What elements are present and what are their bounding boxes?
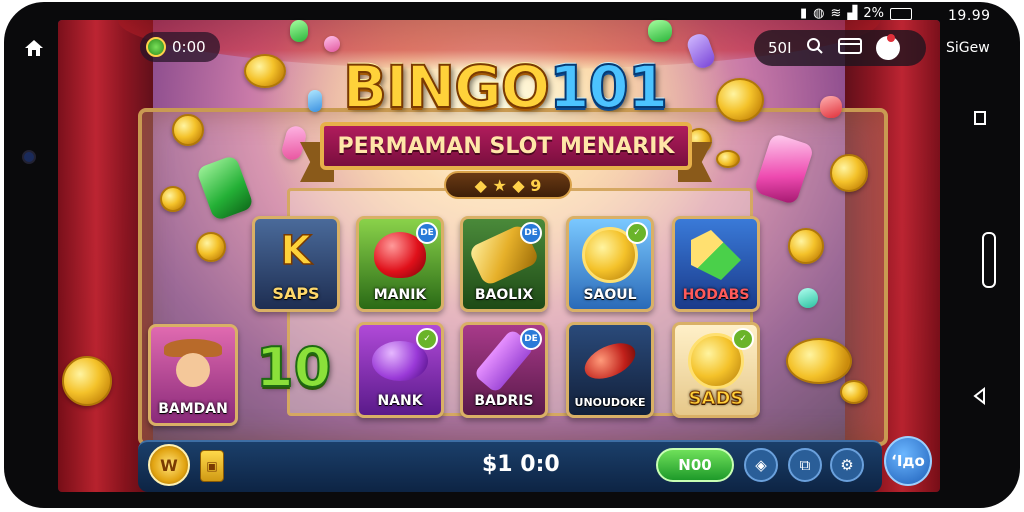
profile-avatar-icon[interactable] [875,34,900,60]
subtitle-text: PERMAMAN SLOT MENARIK [337,133,675,159]
coin-decoration [62,356,112,406]
coin-decoration [830,154,868,192]
gem-decoration [324,36,340,52]
game-tile-manik[interactable]: DE MANIK [356,216,444,312]
game-tile-sads[interactable]: ✓ SADS [672,322,760,418]
star-icon: ◆ [512,175,525,195]
signal-icon: ▮ [800,6,808,21]
game-title: BINGO101 [330,52,680,122]
game-tile-nank[interactable]: ✓ NANK [356,322,444,418]
home-icon[interactable] [20,34,48,62]
coin-decoration [244,54,286,88]
tile-label: SADS [688,388,744,410]
letter-k-icon: K [280,228,313,276]
tile-badge: ✓ [626,222,648,244]
game-tile-saoul[interactable]: ✓ SAOUL [566,216,654,312]
coin-decoration [788,228,824,264]
back-icon[interactable] [968,384,992,408]
timer-icon [146,37,166,57]
cell-icon: ▟ [847,6,858,21]
notification-icon: ◍ [813,6,825,21]
star-icon: ★ [492,175,507,195]
chip-icon[interactable]: ▣ [200,450,224,482]
tile-label: SAOUL [583,287,637,303]
coin-decoration [196,232,226,262]
timer-value: 0:00 [172,38,206,56]
top-right-toolbar: 50I [754,30,926,66]
gem-decoration [308,90,322,112]
red-chili-icon [579,335,641,387]
coin-label: W [160,455,178,475]
autoplay-button[interactable]: ◈ [744,448,778,482]
top-left-counter[interactable]: 0:00 [140,32,220,62]
game-title-part1: BINGO [342,52,551,122]
battery-icon [890,7,913,20]
bet-button-label: N00 [678,456,712,474]
score-value: 50I [768,39,792,57]
spin-label: ʻIдo [891,452,925,470]
game-tile-hodabs[interactable]: HODABS [672,216,760,312]
home-pill-button[interactable] [982,232,996,288]
tile-badge: ✓ [732,328,754,350]
game-tile-saps[interactable]: K SAPS [252,216,340,312]
coin-decoration [716,78,764,122]
coin-decoration [172,114,204,146]
game-tile-baolix[interactable]: DE BAOLIX [460,216,548,312]
game-tile-bamdan[interactable]: BAMDAN [148,324,238,426]
autoplay-icon: ◈ [755,456,767,474]
search-icon[interactable] [806,37,824,59]
coin-decoration [840,380,868,404]
balance-display: $1 0:0 [482,452,560,477]
tile-badge: DE [520,222,542,244]
star-count: 9 [530,175,542,195]
side-label: SiGew [946,40,990,56]
tile-label: NANK [377,393,423,409]
coin-decoration [716,150,740,168]
star-rating-bar: ◆ ★ ◆ 9 [444,171,572,199]
tile-label: BADRIS [474,393,534,409]
camera-icon [22,150,36,164]
cowboy-character-icon [164,339,222,391]
game-tile-unoudoke[interactable]: UNOUDOKE [566,322,654,418]
tile-label: HODABS [682,287,750,303]
multiplier-number: 10 [255,335,332,400]
settings-button[interactable]: ⚙ [830,448,864,482]
chart-icon: ⧉ [799,456,811,474]
gear-icon: ⚙ [840,456,854,474]
gem-decoration [820,96,842,118]
tile-badge: DE [520,328,542,350]
tile-label: SAPS [272,284,320,303]
star-icon: ◆ [474,175,487,195]
coin-balance-icon[interactable]: W [148,444,190,486]
phone-device: ▮ ◍ ≋ ▟ 2% 19.99 SiGew 0:00 50I BINGO101… [0,0,1024,512]
coin-decoration [786,338,852,384]
tile-badge: ✓ [416,328,438,350]
paytable-button[interactable]: ⧉ [788,448,822,482]
coin-decoration [160,186,186,212]
subtitle-ribbon: PERMAMAN SLOT MENARIK [320,122,692,170]
tile-label: BAMDAN [158,401,228,417]
tile-label: MANIK [373,287,427,303]
wallet-icon[interactable] [837,38,862,58]
bet-button[interactable]: N00 [656,448,734,482]
gem-decoration [798,288,818,308]
gem-decoration [290,20,308,42]
spin-button[interactable]: ʻIдo [884,436,932,486]
green-ribbon-icon [691,230,741,280]
game-title-part2: 101 [548,52,669,122]
recent-apps-icon[interactable] [968,106,992,130]
gem-decoration [648,20,672,42]
wifi-icon: ≋ [830,6,842,21]
status-time: 19.99 [948,8,991,24]
tile-badge: DE [416,222,438,244]
status-bar: ▮ ◍ ≋ ▟ 2% [800,6,913,21]
tile-label: BAOLIX [474,287,534,303]
game-tile-badris[interactable]: DE BADRIS [460,322,548,418]
tile-label: UNOUDOKE [574,396,646,409]
battery-percent: 2% [863,6,885,21]
